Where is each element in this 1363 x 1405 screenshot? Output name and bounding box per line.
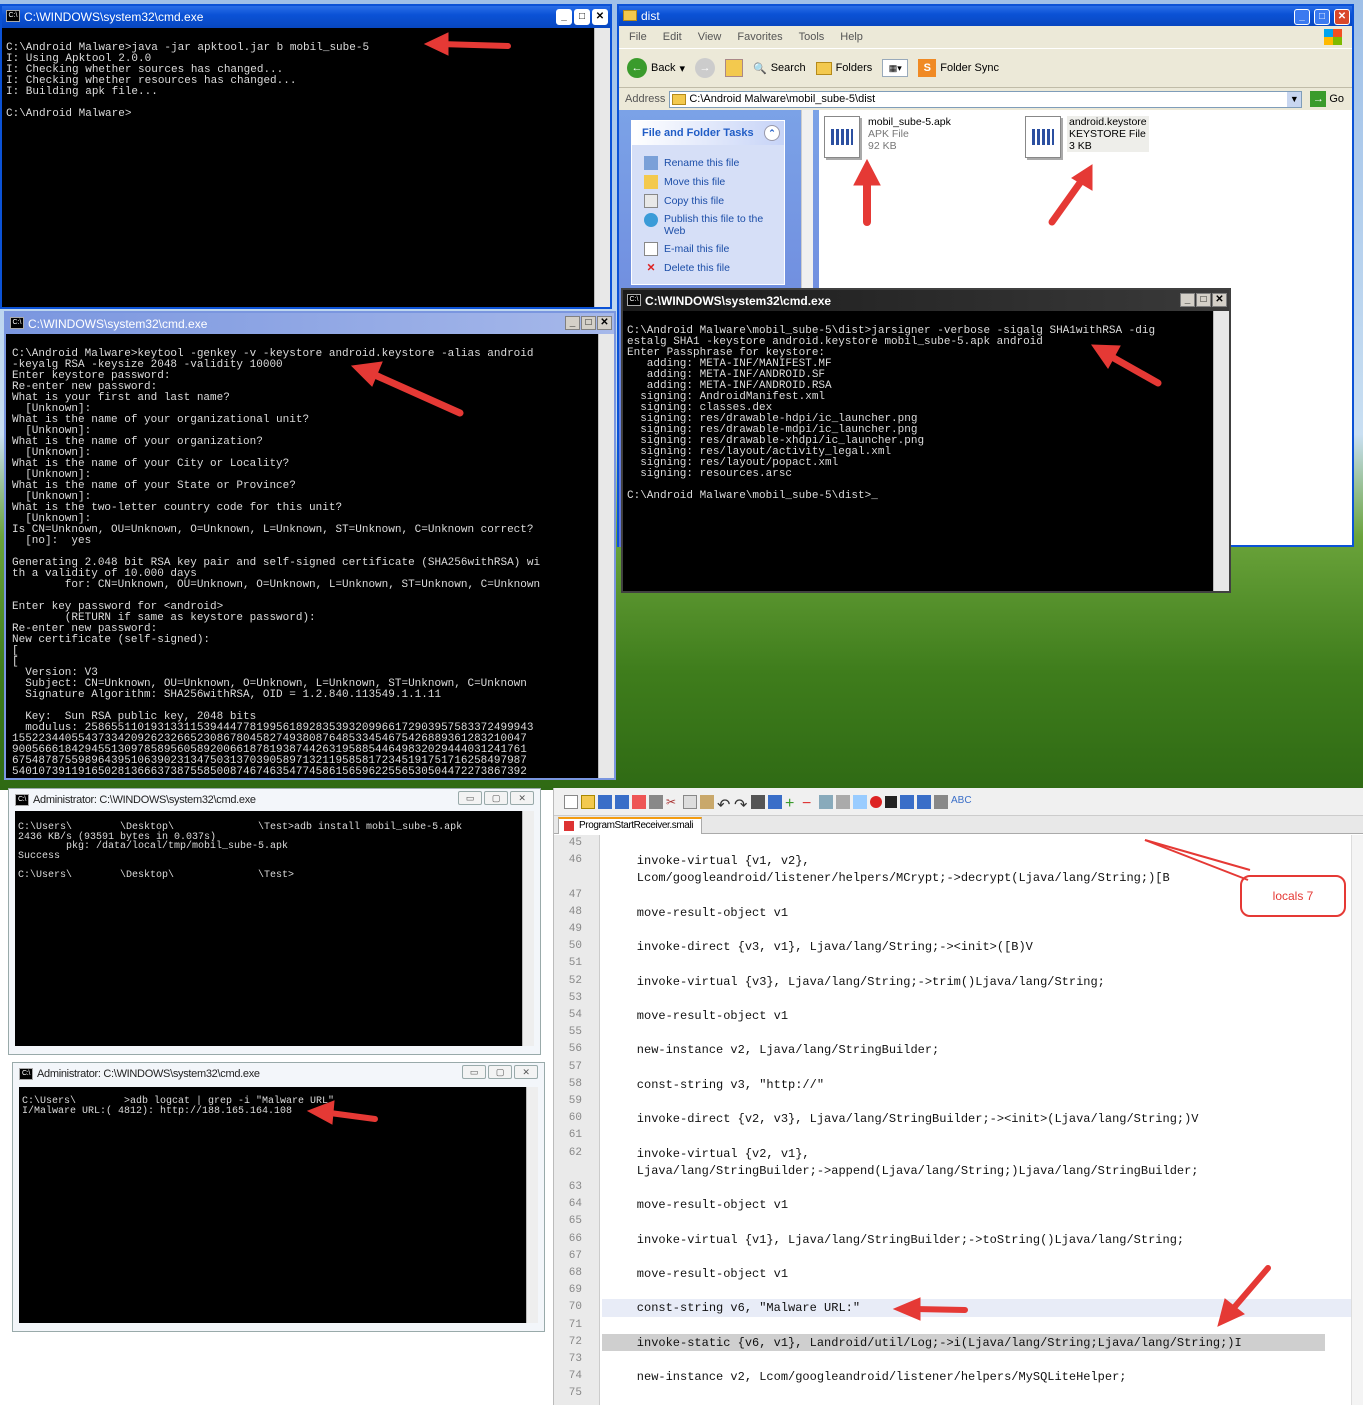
callout-pointer-2 — [1144, 839, 1251, 871]
arrow-apktool-head — [423, 32, 449, 56]
arrow-apk-file-head — [853, 158, 881, 186]
arrow-keystore — [1048, 176, 1086, 226]
arrow-keytool-head — [350, 361, 383, 387]
arrow-const-string-head — [892, 1297, 921, 1321]
callout-pointer — [1144, 839, 1249, 881]
arrow-invoke-static — [1229, 1265, 1271, 1313]
arrow-jarsigner — [1108, 353, 1162, 387]
arrow-apktool — [437, 41, 511, 49]
arrow-logcat — [327, 1110, 378, 1122]
arrow-keytool — [371, 371, 464, 417]
arrow-const-string — [912, 1306, 968, 1313]
arrow-logcat-head — [306, 1100, 335, 1125]
annotation-arrows — [306, 32, 1271, 1327]
